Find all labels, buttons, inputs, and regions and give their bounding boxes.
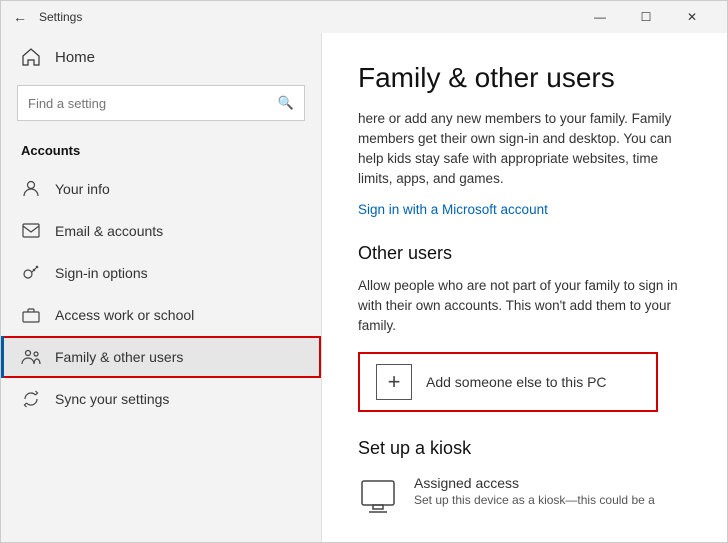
- search-input[interactable]: [28, 96, 278, 111]
- sidebar-section-title: Accounts: [1, 137, 321, 168]
- kiosk-title: Set up a kiosk: [358, 438, 695, 459]
- minimize-button[interactable]: —: [577, 1, 623, 33]
- sync-settings-label: Sync your settings: [55, 391, 169, 407]
- search-icon: 🔍: [278, 95, 294, 111]
- window-controls: — ☐ ✕: [577, 1, 715, 33]
- email-accounts-label: Email & accounts: [55, 223, 163, 239]
- add-user-button[interactable]: + Add someone else to this PC: [358, 352, 658, 412]
- sync-icon: [21, 389, 41, 409]
- sidebar-item-email-accounts[interactable]: Email & accounts: [1, 210, 321, 252]
- family-other-users-label: Family & other users: [55, 349, 183, 365]
- your-info-label: Your info: [55, 181, 110, 197]
- titlebar: ← Settings — ☐ ✕: [1, 1, 727, 33]
- search-box[interactable]: 🔍: [17, 85, 305, 121]
- sign-in-options-label: Sign-in options: [55, 265, 148, 281]
- access-work-school-label: Access work or school: [55, 307, 194, 323]
- sidebar-item-access-work-school[interactable]: Access work or school: [1, 294, 321, 336]
- sidebar-item-sync-settings[interactable]: Sync your settings: [1, 378, 321, 420]
- maximize-button[interactable]: ☐: [623, 1, 669, 33]
- home-label: Home: [55, 49, 95, 66]
- kiosk-text: Assigned access Set up this device as a …: [414, 475, 655, 507]
- sidebar-item-home[interactable]: Home: [1, 33, 321, 81]
- page-title: Family & other users: [358, 61, 695, 95]
- settings-window: ← Settings — ☐ ✕ Home 🔍: [0, 0, 728, 543]
- kiosk-item-title: Assigned access: [414, 475, 655, 491]
- person-icon: [21, 179, 41, 199]
- briefcase-icon: [21, 305, 41, 325]
- add-icon: +: [376, 364, 412, 400]
- back-button[interactable]: ←: [13, 9, 27, 25]
- sidebar-item-your-info[interactable]: Your info: [1, 168, 321, 210]
- sidebar: Home 🔍 Accounts Your info: [1, 33, 321, 542]
- kiosk-item-desc: Set up this device as a kiosk—this could…: [414, 493, 655, 507]
- window-title: Settings: [39, 10, 577, 24]
- microsoft-account-link[interactable]: Sign in with a Microsoft account: [358, 202, 695, 217]
- close-button[interactable]: ✕: [669, 1, 715, 33]
- page-description: here or add any new members to your fami…: [358, 109, 695, 190]
- kiosk-icon: [358, 477, 398, 517]
- main-content: Home 🔍 Accounts Your info: [1, 33, 727, 542]
- email-icon: [21, 221, 41, 241]
- kiosk-item: Assigned access Set up this device as a …: [358, 475, 695, 517]
- add-user-label: Add someone else to this PC: [426, 374, 607, 390]
- family-icon: [21, 347, 41, 367]
- other-users-desc: Allow people who are not part of your fa…: [358, 276, 695, 337]
- sidebar-item-family-other-users[interactable]: Family & other users: [1, 336, 321, 378]
- home-icon: [21, 47, 41, 67]
- main-panel: Family & other users here or add any new…: [321, 33, 727, 542]
- other-users-title: Other users: [358, 243, 695, 264]
- sidebar-item-sign-in-options[interactable]: Sign-in options: [1, 252, 321, 294]
- key-icon: [21, 263, 41, 283]
